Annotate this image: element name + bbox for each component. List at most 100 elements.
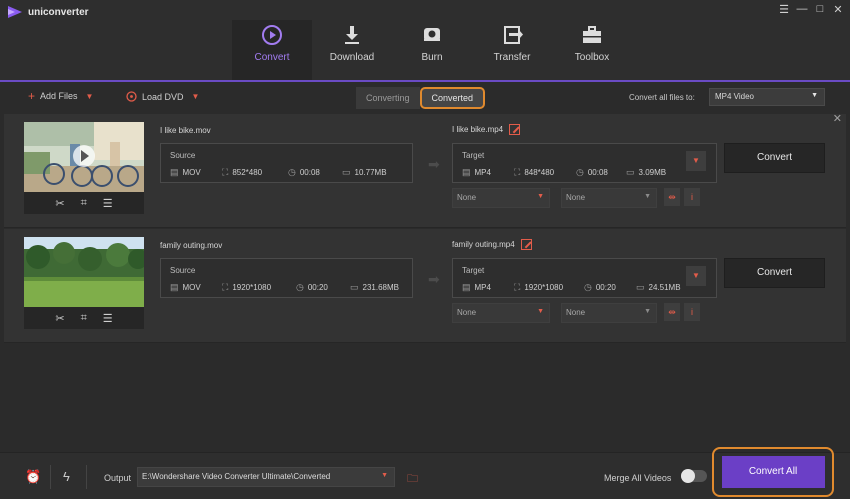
tab-burn[interactable]: Burn <box>392 20 472 80</box>
main-nav: Convert Download Burn Transfer Toolbox <box>232 20 632 80</box>
subtitle-select[interactable]: None ▼ <box>452 188 550 208</box>
chevron-down-icon: ▼ <box>692 271 700 280</box>
folder-icon: ▭ <box>626 167 635 177</box>
chevron-down-icon: ▼ <box>537 193 544 200</box>
source-label: Source <box>170 266 196 275</box>
add-files-button[interactable]: + Add Files ▼ <box>28 90 94 102</box>
info-button[interactable]: i <box>684 303 700 321</box>
resolution-icon: ⛶ <box>514 167 521 177</box>
effects-icon[interactable]: ☰ <box>103 312 113 325</box>
resolution-icon: ⛶ <box>222 282 229 292</box>
convert-all-button[interactable]: Convert All <box>721 456 825 488</box>
app-logo: uniconverter <box>8 6 89 18</box>
target-size: ▭ 24.51MB <box>636 282 681 292</box>
maximize-icon[interactable]: □ <box>814 3 826 16</box>
folder-icon: ▭ <box>350 282 359 292</box>
top-bar: uniconverter ☰ — □ ✕ Convert Download Bu… <box>0 0 850 82</box>
alarm-clock-icon[interactable]: ⏰ <box>25 469 41 485</box>
tab-download-label: Download <box>329 52 375 63</box>
output-path-value: E:\Wondershare Video Converter Ultimate\… <box>142 472 331 481</box>
chevron-down-icon: ▼ <box>381 472 388 479</box>
target-file-name: family outing.mp4 <box>452 240 515 249</box>
output-path-select[interactable]: E:\Wondershare Video Converter Ultimate\… <box>137 467 395 487</box>
info-icon: i <box>691 307 693 317</box>
film-icon: ▤ <box>462 167 471 177</box>
info-button[interactable]: i <box>684 188 700 206</box>
minimize-icon[interactable]: — <box>796 3 808 16</box>
audio-select[interactable]: None ▼ <box>561 303 657 323</box>
chevron-down-icon[interactable]: ▼ <box>192 92 200 101</box>
target-format-dropdown[interactable]: ▼ <box>686 151 706 171</box>
target-format: ▤ MP4 <box>462 282 491 292</box>
crop-icon[interactable]: ⌗ <box>81 312 87 325</box>
arrow-right-icon: ➡ <box>428 271 440 287</box>
source-duration: ◷ 00:20 <box>296 282 328 292</box>
target-name-row: family outing.mp4 <box>452 239 532 250</box>
load-dvd-label: Load DVD <box>142 91 184 102</box>
add-files-label: Add Files <box>40 91 78 101</box>
subtitle-select[interactable]: None ▼ <box>452 303 550 323</box>
edit-icon[interactable] <box>520 239 532 250</box>
chevron-down-icon[interactable]: ▼ <box>86 92 94 101</box>
trim-icon[interactable]: ✂ <box>55 312 64 325</box>
open-folder-icon[interactable]: 🗀 <box>407 470 418 489</box>
convert-all-format-select[interactable]: MP4 Video ▼ <box>709 88 825 106</box>
tab-convert[interactable]: Convert <box>232 20 312 80</box>
edit-icon[interactable] <box>509 124 521 135</box>
split-icon: ⇹ <box>668 192 676 202</box>
clock-icon: ◷ <box>584 282 592 292</box>
disc-icon <box>126 91 137 102</box>
effects-icon[interactable]: ☰ <box>103 197 113 210</box>
crop-icon[interactable]: ⌗ <box>81 197 87 210</box>
video-thumbnail[interactable] <box>24 237 144 307</box>
source-info: Source ▤ MOV ⛶ 852*480 ◷ 00:08 ▭ 10.77MB <box>160 143 413 183</box>
download-icon <box>345 26 359 44</box>
target-info[interactable]: Target ▤ MP4 ⛶ 848*480 ◷ 00:08 ▭ 3.09MB <box>452 143 717 183</box>
divider <box>86 465 87 489</box>
target-format-dropdown[interactable]: ▼ <box>686 266 706 286</box>
source-duration: ◷ 00:08 <box>288 167 320 177</box>
status-tabs: Converting Converted <box>356 87 486 109</box>
target-label: Target <box>462 151 485 160</box>
audio-select[interactable]: None ▼ <box>561 188 657 208</box>
thumbnail-image <box>24 237 144 307</box>
lightning-icon[interactable]: ϟ <box>63 469 70 484</box>
target-duration: ◷ 00:20 <box>584 282 616 292</box>
load-dvd-button[interactable]: Load DVD ▼ <box>126 91 199 102</box>
tab-burn-label: Burn <box>421 52 443 63</box>
chevron-down-icon: ▼ <box>692 156 700 165</box>
target-resolution: ⛶ 848*480 <box>514 167 555 177</box>
target-duration: ◷ 00:08 <box>576 167 608 177</box>
close-window-icon[interactable]: ✕ <box>832 3 844 16</box>
tab-transfer[interactable]: Transfer <box>472 20 552 80</box>
tab-converting[interactable]: Converting <box>356 87 420 109</box>
tab-toolbox[interactable]: Toolbox <box>552 20 632 80</box>
clock-icon: ◷ <box>288 167 296 177</box>
menu-icon[interactable]: ☰ <box>778 3 790 16</box>
video-thumbnail[interactable] <box>24 122 144 192</box>
toolbar: + Add Files ▼ Load DVD ▼ Converting Conv… <box>0 84 850 112</box>
audio-value: None <box>566 308 586 317</box>
source-details: ▤ MOV ⛶ 852*480 ◷ 00:08 ▭ 10.77MB <box>170 167 387 178</box>
trim-icon[interactable]: ✂ <box>55 197 64 210</box>
merge-split-button[interactable]: ⇹ <box>664 303 680 321</box>
tab-converted[interactable]: Converted <box>419 87 486 109</box>
folder-icon: ▭ <box>342 167 351 177</box>
target-format: ▤ MP4 <box>462 167 491 177</box>
chevron-down-icon: ▼ <box>537 308 544 315</box>
source-details: ▤ MOV ⛶ 1920*1080 ◷ 00:20 ▭ 231.68MB <box>170 282 399 293</box>
subtitle-value: None <box>457 193 477 202</box>
tab-transfer-label: Transfer <box>493 52 531 63</box>
source-label: Source <box>170 151 196 160</box>
target-info[interactable]: Target ▤ MP4 ⛶ 1920*1080 ◷ 00:20 ▭ 24.51MB <box>452 258 717 298</box>
source-format: ▤ MOV <box>170 167 201 177</box>
target-size: ▭ 3.09MB <box>626 167 667 177</box>
audio-value: None <box>566 193 586 202</box>
tab-convert-label: Convert <box>254 52 290 63</box>
convert-button[interactable]: Convert <box>724 258 825 288</box>
close-icon[interactable]: ✕ <box>833 112 842 125</box>
tab-download[interactable]: Download <box>312 20 392 80</box>
merge-split-button[interactable]: ⇹ <box>664 188 680 206</box>
merge-toggle[interactable] <box>681 469 707 483</box>
convert-button[interactable]: Convert <box>724 143 825 173</box>
